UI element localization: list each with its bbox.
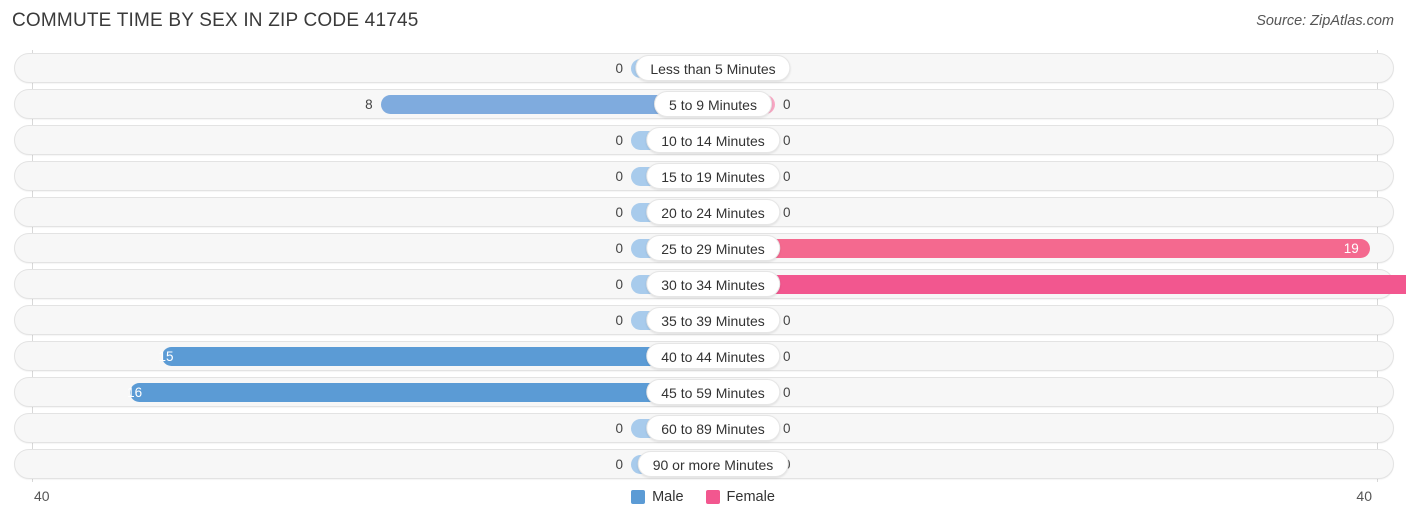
value-label-male: 15: [158, 349, 174, 364]
value-label-male: 0: [615, 241, 623, 256]
chart-row: 16 0 45 to 59 Minutes: [10, 374, 1396, 410]
legend-label: Male: [652, 489, 684, 505]
chart-row: 0 0 20 to 24 Minutes: [10, 194, 1396, 230]
chart-row: 0 0 10 to 14 Minutes: [10, 122, 1396, 158]
category-label: 20 to 24 Minutes: [646, 199, 780, 225]
chart-legend: Male Female: [0, 489, 1406, 505]
value-label-female: 0: [783, 421, 791, 436]
value-label-male: 8: [365, 97, 373, 112]
legend-item[interactable]: Male: [631, 489, 684, 505]
value-label-female: 0: [783, 169, 791, 184]
value-label-female: 0: [783, 133, 791, 148]
category-label: 90 or more Minutes: [637, 451, 789, 477]
value-label-male: 16: [127, 385, 143, 400]
value-label-female: 0: [783, 205, 791, 220]
category-label: 10 to 14 Minutes: [646, 127, 780, 153]
value-label-female: 19: [1343, 241, 1359, 256]
value-label-male: 0: [615, 421, 623, 436]
value-label-female: 0: [783, 313, 791, 328]
chart-row: 0090 or more Minutes: [10, 446, 1396, 482]
category-label: 40 to 44 Minutes: [646, 343, 780, 369]
value-label-male: 0: [615, 61, 623, 76]
page-title: COMMUTE TIME BY SEX IN ZIP CODE 41745: [12, 10, 419, 31]
chart-row: 0 0 15 to 19 Minutes: [10, 158, 1396, 194]
value-label-female: 0: [783, 385, 791, 400]
category-label: 5 to 9 Minutes: [654, 91, 772, 117]
bar-female[interactable]: [713, 239, 1370, 258]
category-label: 35 to 39 Minutes: [646, 307, 780, 333]
chart-plot-area: 00Less than 5 Minutes805 to 9 Minutes001…: [10, 50, 1406, 482]
chart-root: COMMUTE TIME BY SEX IN ZIP CODE 41745 So…: [0, 0, 1406, 523]
category-label: 45 to 59 Minutes: [646, 379, 780, 405]
chart-row: 0 19 25 to 29 Minutes: [10, 230, 1396, 266]
category-label: 60 to 89 Minutes: [646, 415, 780, 441]
category-label: 15 to 19 Minutes: [646, 163, 780, 189]
value-label-male: 0: [615, 133, 623, 148]
category-label: Less than 5 Minutes: [635, 55, 791, 81]
chart-row: 0 0 35 to 39 Minutes: [10, 302, 1396, 338]
bar-female[interactable]: [713, 275, 1406, 294]
legend-swatch-icon: [631, 490, 646, 504]
category-label: 30 to 34 Minutes: [646, 271, 780, 297]
chart-row: 00Less than 5 Minutes: [10, 50, 1396, 86]
legend-swatch-icon: [705, 490, 720, 504]
category-label: 25 to 29 Minutes: [646, 235, 780, 261]
chart-row: 8 0 5 to 9 Minutes: [10, 86, 1396, 122]
bar-male[interactable]: [380, 95, 693, 114]
value-label-male: 0: [615, 457, 623, 472]
chart-row: 03130 to 34 Minutes: [10, 266, 1406, 302]
value-label-male: 0: [615, 205, 623, 220]
legend-item[interactable]: Female: [705, 489, 775, 505]
chart-row: 0 0 60 to 89 Minutes: [10, 410, 1396, 446]
bar-male[interactable]: [130, 383, 693, 402]
value-label-male: 0: [615, 313, 623, 328]
source-attribution: Source: ZipAtlas.com: [1256, 13, 1394, 29]
bar-male[interactable]: [161, 347, 693, 366]
value-label-female: 0: [783, 97, 791, 112]
chart-row: 15 0 40 to 44 Minutes: [10, 338, 1396, 374]
value-label-male: 0: [615, 169, 623, 184]
chart-footer: 40 40 Male Female: [0, 484, 1406, 523]
value-label-female: 0: [783, 349, 791, 364]
value-label-male: 0: [615, 277, 623, 292]
legend-label: Female: [726, 489, 775, 505]
